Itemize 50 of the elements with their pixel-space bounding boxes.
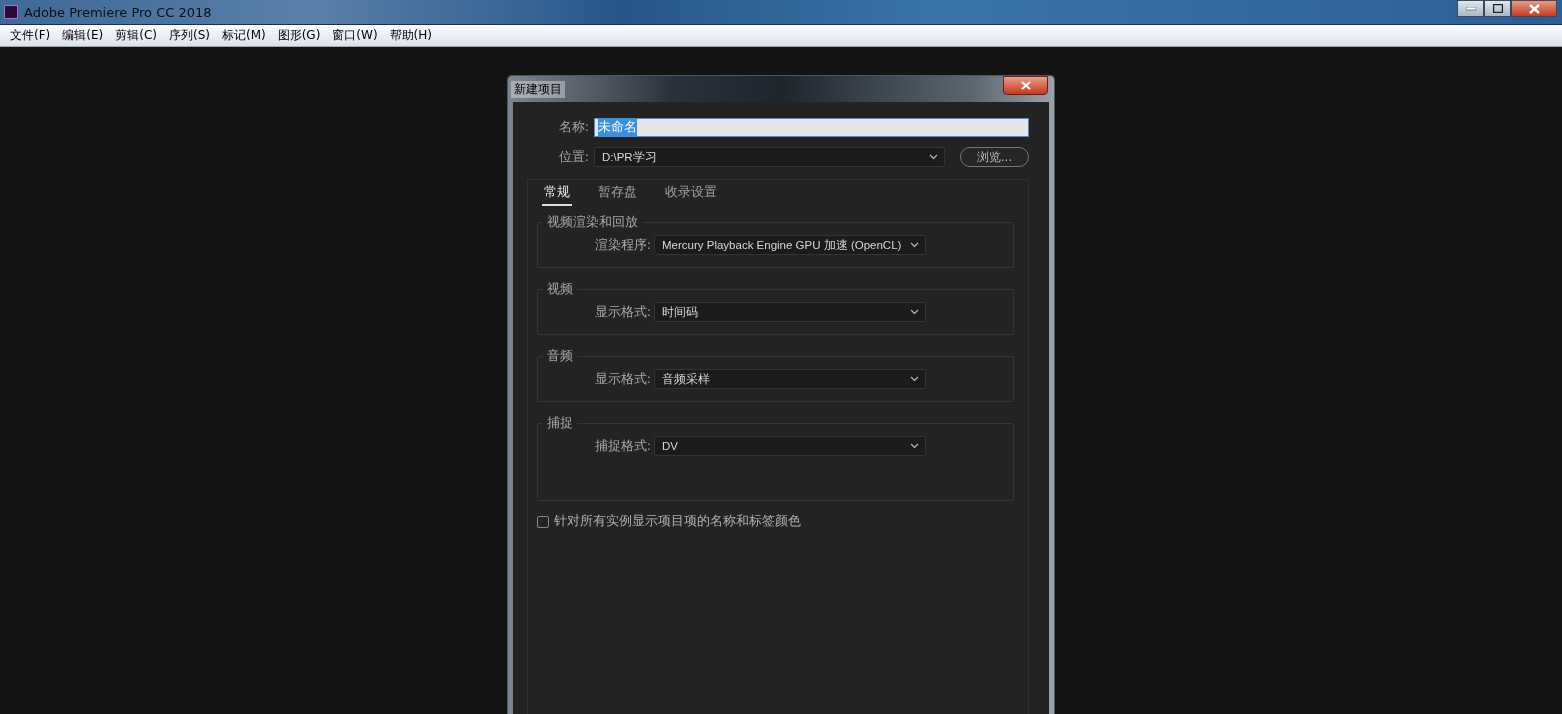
close-icon [1020, 80, 1031, 90]
format-dropdown[interactable]: DV [654, 436, 926, 456]
field-label: 位置: [557, 148, 589, 166]
close-button[interactable] [1511, 0, 1557, 17]
minimize-button[interactable] [1457, 0, 1484, 17]
menu-item[interactable]: 序列(S) [162, 27, 216, 44]
close-icon [1528, 3, 1540, 14]
format-dropdown[interactable]: Mercury Playback Engine GPU 加速 (OpenCL) [654, 235, 926, 255]
chevron-down-icon [910, 309, 919, 315]
format-dropdown[interactable]: 时间码 [654, 302, 926, 322]
maximize-icon [1492, 4, 1503, 13]
group-title: 捕捉 [546, 415, 574, 432]
field-label: 渲染程序: [593, 236, 651, 254]
dropdown-value: DV [662, 440, 679, 452]
window-title: Adobe Premiere Pro CC 2018 [24, 4, 213, 20]
tab[interactable]: 常规 [542, 183, 572, 206]
group-title: 视频 [546, 281, 574, 298]
location-dropdown[interactable]: D:\PR学习 [594, 147, 945, 167]
chevron-down-icon [910, 242, 919, 248]
dialog-title: 新建项目 [511, 80, 565, 98]
checkbox-label: 针对所有实例显示项目项的名称和标签颜色 [554, 513, 801, 530]
minimize-icon [1465, 6, 1476, 11]
dropdown-value: Mercury Playback Engine GPU 加速 (OpenCL) [662, 237, 903, 253]
dropdown-value: D:\PR学习 [602, 149, 658, 165]
group-title: 视频渲染和回放 [546, 214, 639, 231]
field-label: 捕捉格式: [593, 437, 651, 455]
checkbox[interactable] [537, 515, 549, 528]
menu-item[interactable]: 编辑(E) [56, 27, 110, 44]
dropdown-value: 音频采样 [662, 371, 711, 387]
chevron-down-icon [929, 154, 938, 160]
field-label: 显示格式: [593, 303, 651, 321]
group-title: 音频 [546, 348, 574, 365]
maximize-button[interactable] [1484, 0, 1511, 17]
menu-item[interactable]: 文件(F) [4, 27, 57, 44]
app-logo-icon [4, 5, 18, 19]
tab[interactable]: 收录设置 [663, 183, 719, 206]
chevron-down-icon [910, 376, 919, 382]
dropdown-value: 时间码 [662, 304, 699, 320]
field-label: 显示格式: [593, 370, 651, 388]
browse-button[interactable]: 浏览... [960, 147, 1029, 167]
chevron-down-icon [910, 443, 919, 449]
menu-item[interactable]: 标记(M) [215, 27, 272, 44]
menu-item[interactable]: 帮助(H) [383, 27, 438, 44]
tab[interactable]: 暂存盘 [596, 183, 639, 206]
menu-item[interactable]: 剪辑(C) [109, 27, 163, 44]
menu-item[interactable]: 窗口(W) [326, 27, 384, 44]
close-button[interactable] [1003, 75, 1048, 95]
menu-item[interactable]: 图形(G) [271, 27, 327, 44]
field-label: 名称: [557, 119, 589, 136]
format-dropdown[interactable]: 音频采样 [654, 369, 926, 389]
